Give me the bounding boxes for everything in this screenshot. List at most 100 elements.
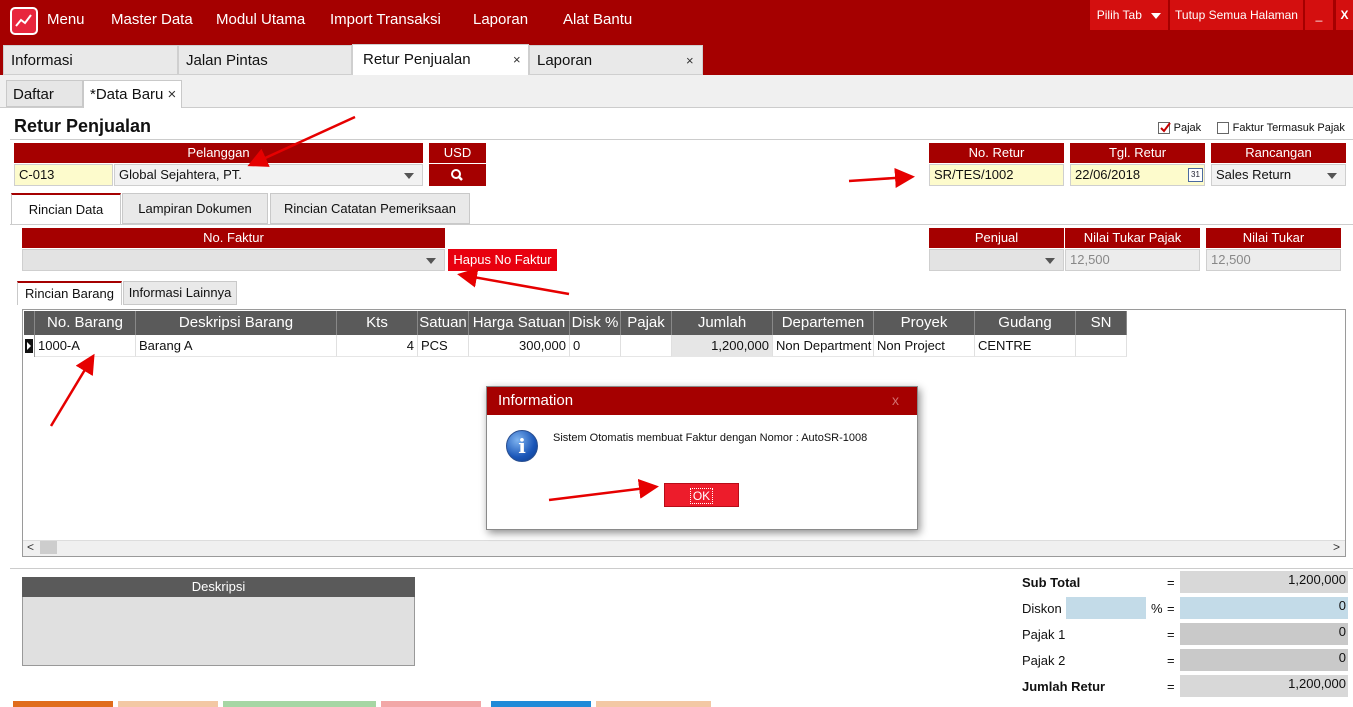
rancangan-value: Sales Return xyxy=(1216,167,1292,182)
footer-button[interactable] xyxy=(13,701,113,707)
dialog-close-icon[interactable]: x xyxy=(892,392,899,408)
menu-import-transaksi[interactable]: Import Transaksi xyxy=(330,11,441,28)
menu-menu[interactable]: Menu xyxy=(47,11,85,28)
no-retur-field[interactable]: SR/TES/1002 xyxy=(929,164,1064,186)
scroll-left-icon[interactable]: < xyxy=(27,540,34,554)
footer-button[interactable] xyxy=(223,701,376,707)
app-logo-icon[interactable] xyxy=(10,7,38,35)
column-header[interactable]: Pajak xyxy=(621,311,672,335)
tab-retur-penjualan[interactable]: Retur Penjualan × xyxy=(352,44,529,75)
no-faktur-select[interactable] xyxy=(22,249,445,271)
percent-sign: % xyxy=(1151,601,1163,616)
equals-sign: = xyxy=(1167,627,1175,642)
calendar-icon[interactable]: 31 xyxy=(1188,168,1203,182)
penjual-select[interactable] xyxy=(929,249,1064,271)
tab-label: *Data Baru xyxy=(90,86,164,103)
column-header[interactable]: Proyek xyxy=(874,311,975,335)
diskon-percent-field[interactable] xyxy=(1066,597,1146,619)
menu-laporan[interactable]: Laporan xyxy=(473,11,528,28)
close-app-button[interactable]: X xyxy=(1336,0,1353,30)
equals-sign: = xyxy=(1167,601,1175,616)
table-cell[interactable]: 1000-A xyxy=(35,335,136,357)
checkbox-label: Pajak xyxy=(1173,122,1202,134)
tab-label: Laporan xyxy=(537,52,593,69)
column-header[interactable]: Satuan xyxy=(418,311,469,335)
column-header[interactable]: Gudang xyxy=(975,311,1076,335)
tab-label: Daftar xyxy=(13,86,54,103)
hapus-no-faktur-button[interactable]: Hapus No Faktur xyxy=(448,249,557,271)
column-header[interactable]: Jumlah xyxy=(672,311,773,335)
table-cell[interactable]: Non Department xyxy=(773,335,874,357)
table-cell[interactable]: Barang A xyxy=(136,335,337,357)
tgl-retur-field[interactable]: 22/06/2018 31 xyxy=(1070,164,1205,186)
row-selector-icon[interactable] xyxy=(24,335,35,357)
deskripsi-header: Deskripsi xyxy=(22,577,415,597)
scroll-right-icon[interactable]: > xyxy=(1333,540,1340,554)
table-cell[interactable]: Non Project xyxy=(874,335,975,357)
search-icon xyxy=(451,169,463,181)
checkbox-label: Faktur Termasuk Pajak xyxy=(1232,122,1345,134)
scrollbar-thumb[interactable] xyxy=(40,541,57,554)
dialog-message: Sistem Otomatis membuat Faktur dengan No… xyxy=(553,432,868,444)
rancangan-select[interactable]: Sales Return xyxy=(1211,164,1346,186)
close-tab-icon[interactable]: × xyxy=(168,86,177,103)
table-cell[interactable]: PCS xyxy=(418,335,469,357)
table-cell[interactable] xyxy=(1076,335,1127,357)
menu-master-data[interactable]: Master Data xyxy=(111,11,193,28)
close-tab-icon[interactable]: × xyxy=(513,45,521,75)
pajak1-label: Pajak 1 xyxy=(1022,627,1066,642)
tab-jalan-pintas[interactable]: Jalan Pintas xyxy=(178,45,352,75)
minimize-button[interactable]: _ xyxy=(1305,0,1333,30)
tutup-semua-halaman-button[interactable]: Tutup Semua Halaman xyxy=(1170,0,1303,30)
chevron-down-icon xyxy=(1045,258,1055,264)
close-tab-icon[interactable]: × xyxy=(686,46,694,76)
tab-label: Informasi xyxy=(11,52,73,69)
footer-button[interactable] xyxy=(118,701,218,707)
nilai-tukar-field[interactable]: 12,500 xyxy=(1206,249,1341,271)
tab-daftar[interactable]: Daftar xyxy=(6,80,83,107)
table-cell[interactable]: 1,200,000 xyxy=(672,335,773,357)
tab-rincian-data[interactable]: Rincian Data xyxy=(11,193,121,224)
search-customer-button[interactable] xyxy=(429,164,486,186)
footer-button[interactable] xyxy=(596,701,711,707)
ok-button[interactable]: OK xyxy=(664,483,739,507)
pelanggan-select[interactable]: Global Sejahtera, PT. xyxy=(114,164,423,186)
column-header[interactable]: Deskripsi Barang xyxy=(136,311,337,335)
tab-data-baru[interactable]: *Data Baru × xyxy=(83,80,182,108)
column-header[interactable]: Disk % xyxy=(570,311,621,335)
table-cell[interactable]: 300,000 xyxy=(469,335,570,357)
table-cell[interactable]: CENTRE xyxy=(975,335,1076,357)
column-header[interactable]: Kts xyxy=(337,311,418,335)
menu-alat-bantu[interactable]: Alat Bantu xyxy=(563,11,632,28)
no-faktur-header: No. Faktur xyxy=(22,228,445,248)
tab-informasi[interactable]: Informasi xyxy=(3,45,178,75)
pilih-tab-label: Pilih Tab xyxy=(1096,8,1142,22)
tab-lampiran-dokumen[interactable]: Lampiran Dokumen xyxy=(122,193,268,224)
jumlah-retur-value: 1,200,000 xyxy=(1180,675,1348,697)
footer-button[interactable] xyxy=(381,701,481,707)
pelanggan-code-field[interactable]: C-013 xyxy=(14,164,113,186)
column-header[interactable]: No. Barang xyxy=(35,311,136,335)
tgl-retur-header: Tgl. Retur xyxy=(1070,143,1205,163)
tab-rincian-barang[interactable]: Rincian Barang xyxy=(17,281,122,305)
chevron-down-icon xyxy=(426,258,436,264)
tab-rincian-catatan-pemeriksaan[interactable]: Rincian Catatan Pemeriksaan xyxy=(270,193,470,224)
diskon-value-field[interactable]: 0 xyxy=(1180,597,1348,619)
faktur-termasuk-pajak-checkbox[interactable]: Faktur Termasuk Pajak xyxy=(1217,119,1345,134)
tab-laporan[interactable]: Laporan × xyxy=(529,45,703,75)
pajak-checkbox[interactable]: Pajak xyxy=(1158,119,1201,134)
column-header[interactable]: Harga Satuan xyxy=(469,311,570,335)
table-cell[interactable] xyxy=(621,335,672,357)
table-cell[interactable]: 4 xyxy=(337,335,418,357)
nilai-tukar-header: Nilai Tukar xyxy=(1206,228,1341,248)
pilih-tab-button[interactable]: Pilih Tab xyxy=(1090,0,1168,30)
pajak2-label: Pajak 2 xyxy=(1022,653,1066,668)
horizontal-scrollbar[interactable] xyxy=(23,540,1345,556)
menu-modul-utama[interactable]: Modul Utama xyxy=(216,11,305,28)
column-header[interactable]: SN xyxy=(1076,311,1127,335)
tab-informasi-lainnya[interactable]: Informasi Lainnya xyxy=(123,281,237,305)
footer-button[interactable] xyxy=(491,701,591,707)
nilai-tukar-pajak-field[interactable]: 12,500 xyxy=(1065,249,1200,271)
column-header[interactable]: Departemen xyxy=(773,311,874,335)
table-cell[interactable]: 0 xyxy=(570,335,621,357)
